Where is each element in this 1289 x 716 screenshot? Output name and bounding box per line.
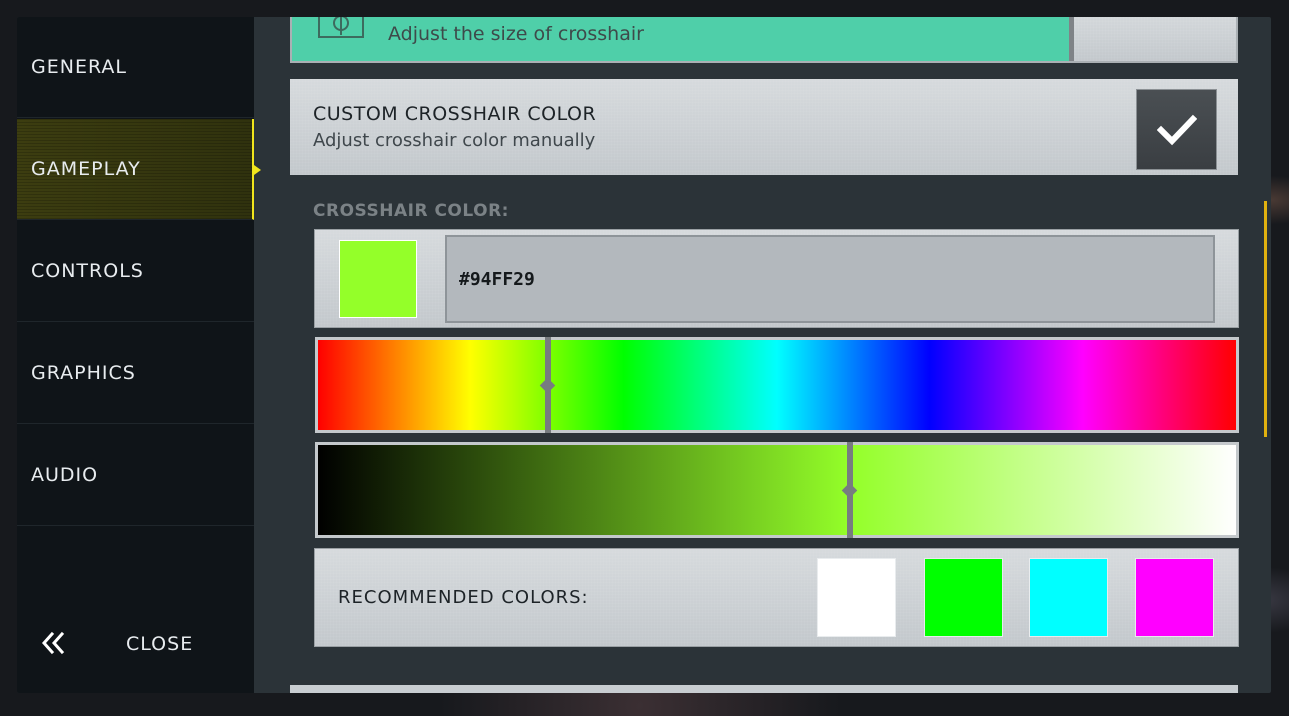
sidebar-item-general[interactable]: GENERAL <box>17 17 254 118</box>
recommended-colors-label: RECOMMENDED COLORS: <box>338 587 589 608</box>
content-scrollbar[interactable] <box>1264 201 1267 437</box>
sidebar-item-label: CONTROLS <box>31 260 144 282</box>
recommended-color-cyan[interactable] <box>1029 558 1108 637</box>
settings-content: Adjust the size of crosshair CUSTOM CROS… <box>255 17 1271 693</box>
crosshair-size-thumb[interactable] <box>1069 17 1074 61</box>
recommended-color-white[interactable] <box>817 558 896 637</box>
checkmark-icon <box>1156 114 1197 145</box>
current-color-swatch <box>339 240 417 318</box>
sidebar-item-audio[interactable]: AUDIO <box>17 425 254 526</box>
crosshair-color-label: CROSSHAIR COLOR: <box>313 201 509 221</box>
hue-slider[interactable] <box>315 337 1239 433</box>
crosshair-size-description: Adjust the size of crosshair <box>388 23 644 45</box>
close-label: CLOSE <box>126 633 194 655</box>
crosshair-icon <box>318 17 364 38</box>
setting-description: Adjust crosshair color manually <box>313 130 596 151</box>
sidebar-item-label: GRAPHICS <box>31 362 136 384</box>
custom-crosshair-color-setting: CUSTOM CROSSHAIR COLOR Adjust crosshair … <box>288 77 1240 177</box>
hex-color-input[interactable]: #94FF29 <box>445 235 1215 323</box>
custom-color-checkbox[interactable] <box>1136 89 1217 170</box>
settings-window: GENERAL GAMEPLAY CONTROLS GRAPHICS AUDIO… <box>17 17 1271 693</box>
crosshair-size-slider[interactable]: Adjust the size of crosshair <box>290 17 1238 63</box>
shade-slider[interactable] <box>315 442 1239 538</box>
sidebar-item-label: AUDIO <box>31 464 99 486</box>
sidebar-item-controls[interactable]: CONTROLS <box>17 221 254 322</box>
sidebar-item-label: GAMEPLAY <box>31 158 141 180</box>
settings-sidebar: GENERAL GAMEPLAY CONTROLS GRAPHICS AUDIO… <box>17 17 254 693</box>
sidebar-item-gameplay[interactable]: GAMEPLAY <box>17 119 254 220</box>
double-chevron-left-icon <box>41 631 65 655</box>
recommended-color-magenta[interactable] <box>1135 558 1214 637</box>
sidebar-item-graphics[interactable]: GRAPHICS <box>17 323 254 424</box>
recommended-colors-row: RECOMMENDED COLORS: <box>314 548 1239 647</box>
close-button[interactable]: CLOSE <box>17 621 254 665</box>
next-setting-card <box>290 685 1238 693</box>
hue-slider-handle[interactable] <box>539 377 556 394</box>
sidebar-item-label: GENERAL <box>31 56 127 78</box>
hex-color-row: #94FF29 <box>314 229 1239 328</box>
recommended-color-green[interactable] <box>924 558 1003 637</box>
setting-title: CUSTOM CROSSHAIR COLOR <box>313 103 597 125</box>
shade-slider-handle[interactable] <box>841 482 858 499</box>
